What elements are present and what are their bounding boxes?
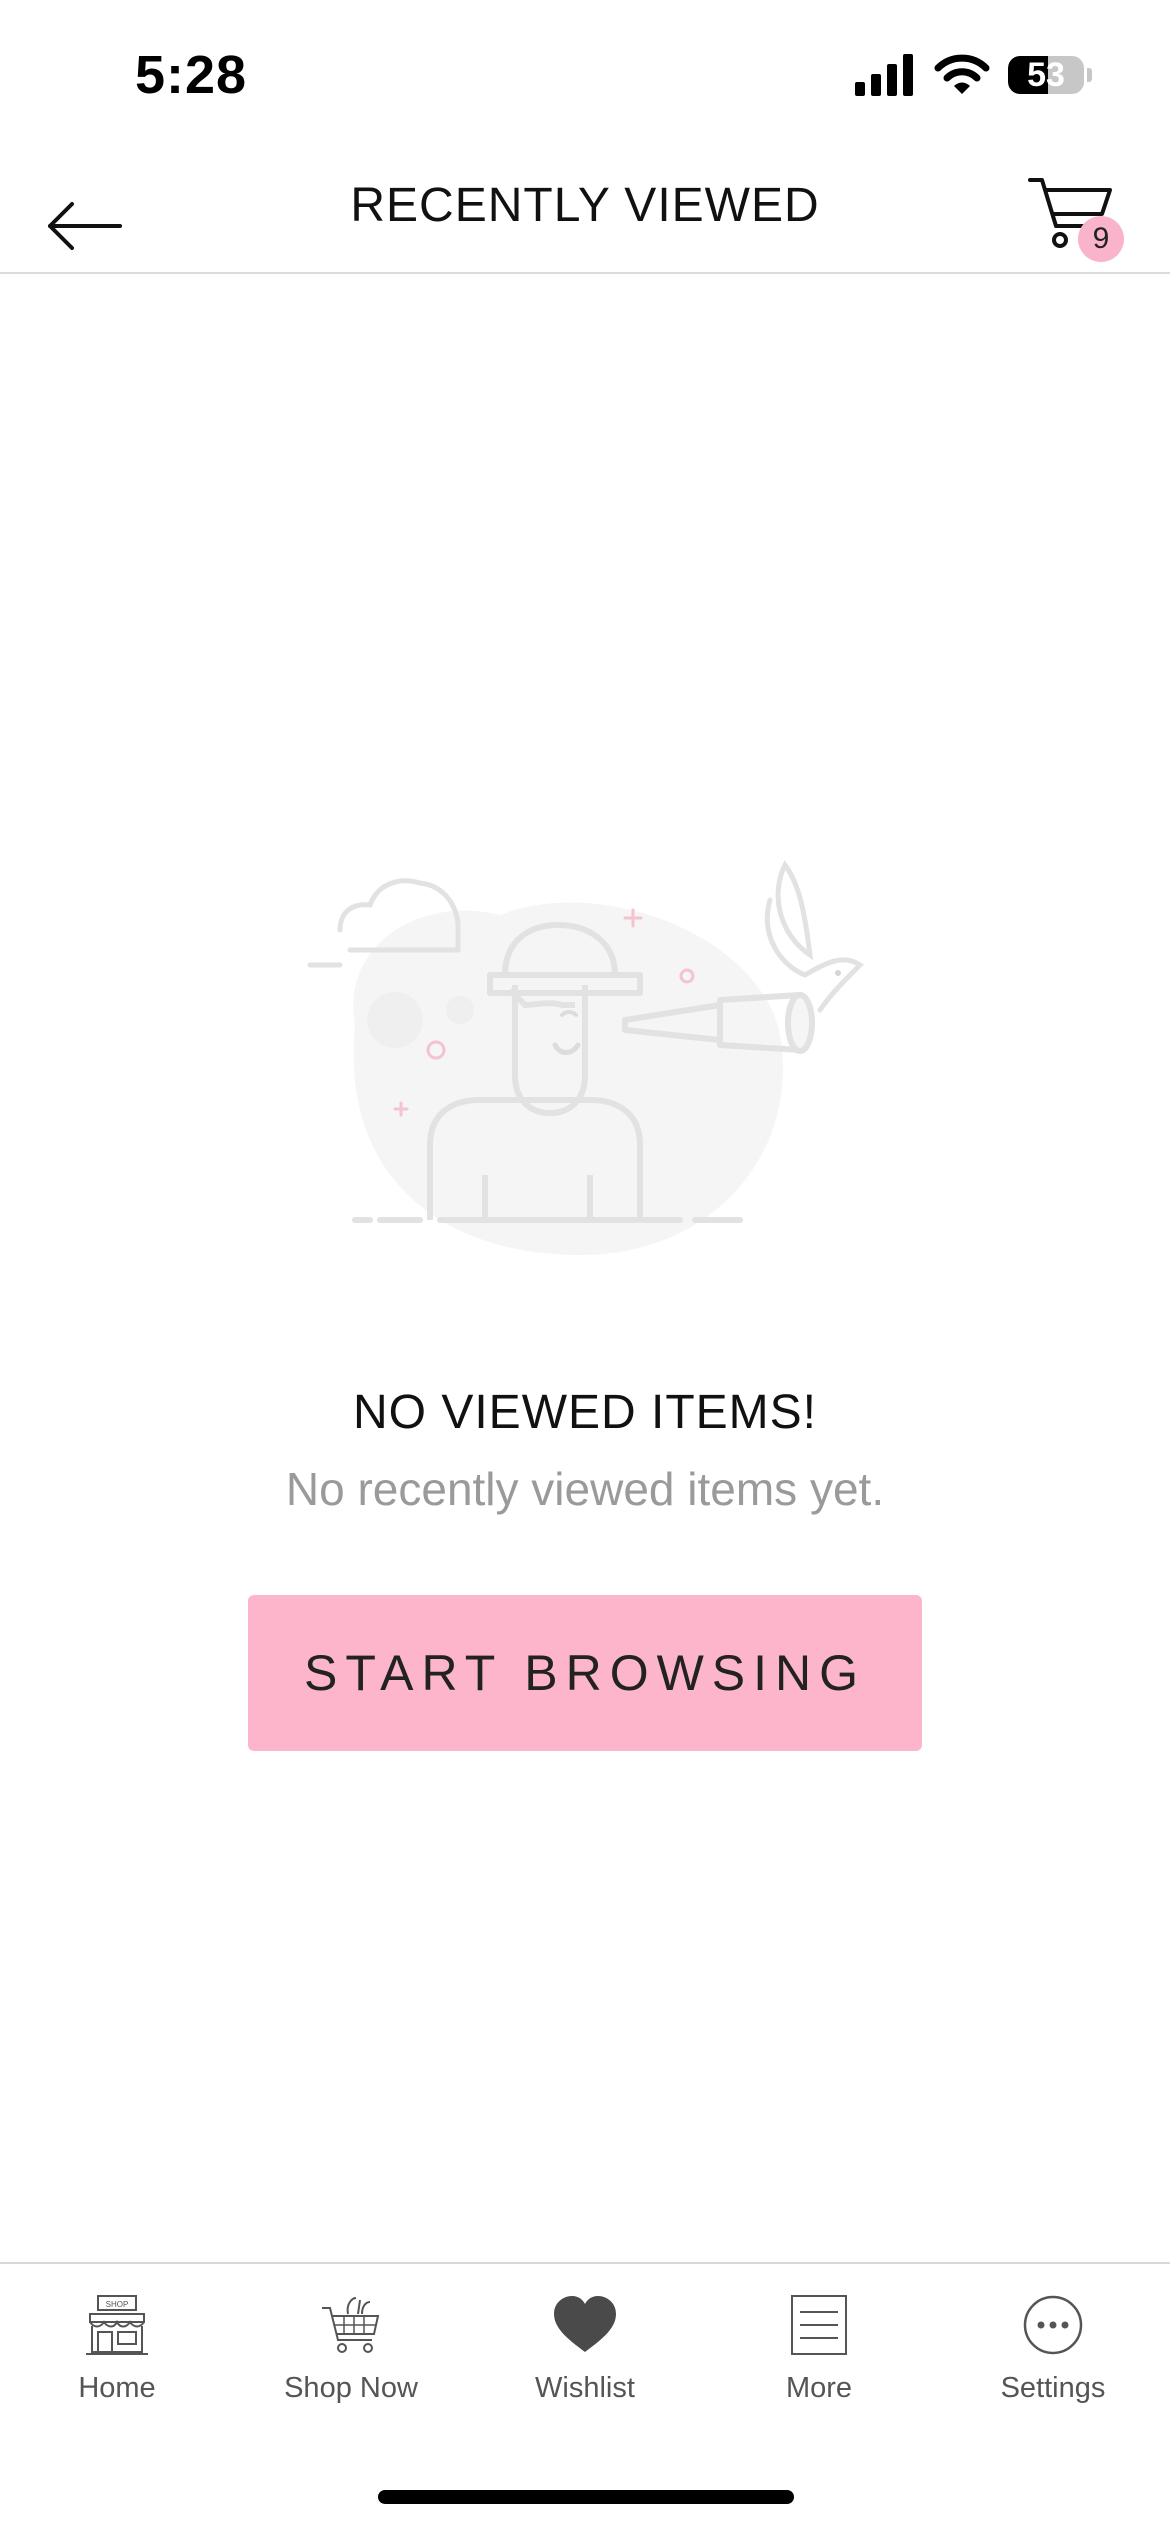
empty-state-illustration	[307, 860, 864, 1255]
start-browsing-button[interactable]: START BROWSING	[248, 1595, 922, 1751]
bottom-nav: SHOP Home Shop Now Wishlist More Setting…	[0, 2262, 1170, 2454]
screen: 5:28 53 RECENTLY VIEWED 9 NO VIEWED ITEM…	[0, 0, 1170, 2532]
cart-count-badge: 9	[1078, 216, 1124, 262]
status-time: 5:28	[135, 45, 248, 105]
list-icon	[791, 2295, 847, 2355]
battery-indicator: 53	[1008, 52, 1092, 98]
cellular-signal-icon	[855, 54, 913, 96]
home-indicator	[378, 2490, 794, 2504]
svg-text:SHOP: SHOP	[106, 2300, 129, 2309]
nav-label-wishlist: Wishlist	[535, 2372, 635, 2404]
more-dots-icon	[1023, 2295, 1083, 2355]
nav-label-home: Home	[78, 2372, 156, 2404]
shop-storefront-icon: SHOP	[86, 2295, 148, 2355]
header: RECENTLY VIEWED 9	[0, 150, 1170, 274]
nav-label-more: More	[785, 2372, 853, 2404]
page-title: RECENTLY VIEWED	[350, 179, 820, 232]
nav-item-more[interactable]: More	[702, 2264, 936, 2454]
shopping-cart-icon	[322, 2297, 380, 2353]
wifi-icon	[934, 54, 990, 94]
battery-percent: 53	[1027, 56, 1065, 94]
nav-item-shop-now[interactable]: Shop Now	[234, 2264, 468, 2454]
cart-button[interactable]: 9	[1020, 164, 1130, 264]
heart-icon	[554, 2296, 616, 2352]
empty-state-title: NO VIEWED ITEMS!	[352, 1386, 818, 1439]
nav-label-settings: Settings	[1000, 2372, 1106, 2404]
nav-label-shop-now: Shop Now	[284, 2372, 418, 2404]
status-bar: 5:28 53	[0, 0, 1170, 150]
nav-item-home[interactable]: SHOP Home	[0, 2264, 234, 2454]
nav-item-settings[interactable]: Settings	[936, 2264, 1170, 2454]
empty-state-subtitle: No recently viewed items yet.	[285, 1463, 885, 1515]
nav-item-wishlist[interactable]: Wishlist	[468, 2264, 702, 2454]
